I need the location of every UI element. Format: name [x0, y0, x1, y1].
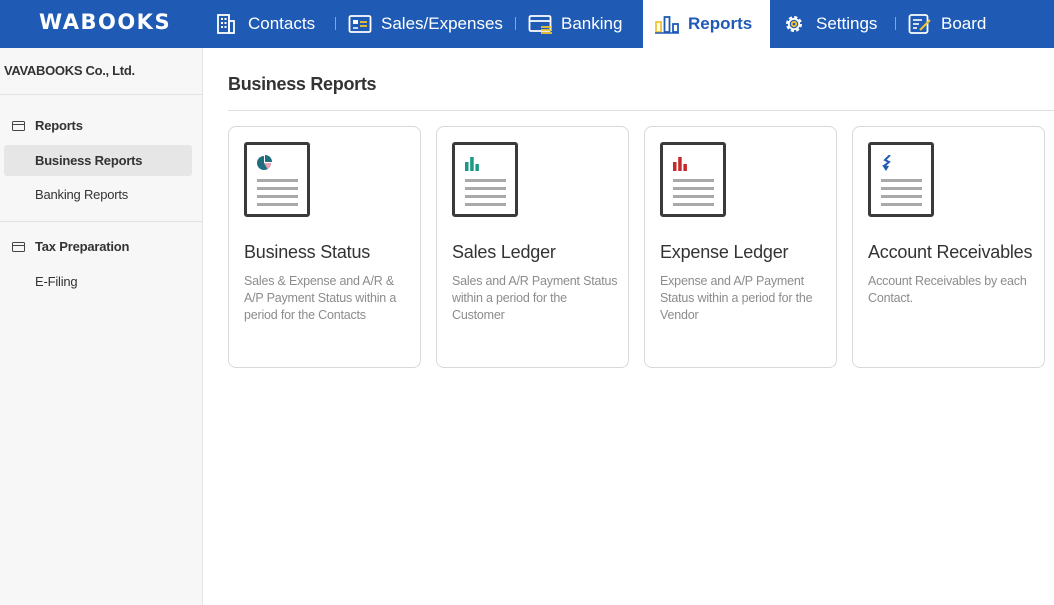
card-icon — [12, 241, 25, 252]
nav-label: Settings — [816, 14, 878, 33]
invoice-icon — [348, 13, 372, 35]
nav-label: Board — [941, 14, 987, 33]
sidebar: VAVABOOKS Co., Ltd. Reports Business Rep… — [0, 48, 203, 605]
gear-icon — [783, 13, 805, 35]
nav-separator — [895, 17, 896, 30]
nav-board[interactable]: Board — [908, 0, 986, 48]
nav-reports[interactable]: Reports — [643, 0, 770, 48]
nav-separator — [335, 17, 336, 30]
report-card-expense-ledger[interactable]: Expense Ledger Expense and A/P Payment S… — [644, 126, 837, 368]
arrow-down-icon — [882, 155, 891, 171]
top-navigation-bar: WABOOKS Contacts Sales/Expenses Banking … — [0, 0, 1054, 48]
bar-chart-icon — [655, 13, 679, 35]
card-description: Sales & Expense and A/R & A/P Payment St… — [244, 274, 397, 322]
sidebar-section-label: Tax Preparation — [35, 239, 130, 254]
sidebar-section-label: Reports — [35, 118, 83, 133]
nav-label: Contacts — [248, 14, 316, 33]
nav-contacts[interactable]: Contacts — [215, 0, 315, 48]
report-card-business-status[interactable]: Business Status Sales & Expense and A/R … — [228, 126, 421, 368]
nav-label: Banking — [561, 14, 623, 33]
report-card-sales-ledger[interactable]: Sales Ledger Sales and A/R Payment Statu… — [436, 126, 629, 368]
nav-banking[interactable]: Banking — [528, 0, 622, 48]
sidebar-item-business-reports[interactable]: Business Reports — [4, 145, 192, 176]
card-title: Sales Ledger — [452, 242, 556, 262]
card-description: Account Receivables by each Contact. — [868, 274, 1027, 305]
title-divider — [228, 110, 1054, 111]
pie-chart-icon — [257, 155, 272, 170]
report-document-icon — [868, 142, 934, 217]
wabooks-logo[interactable]: WABOOKS — [39, 10, 171, 34]
sidebar-item-e-filing[interactable]: E-Filing — [4, 266, 192, 297]
nav-separator — [515, 17, 516, 30]
building-icon — [215, 13, 237, 35]
report-document-icon — [660, 142, 726, 217]
nav-sales-expenses[interactable]: Sales/Expenses — [348, 0, 503, 48]
sidebar-item-banking-reports[interactable]: Banking Reports — [4, 179, 192, 210]
card-icon — [528, 13, 552, 35]
nav-label: Sales/Expenses — [381, 14, 503, 33]
sidebar-section-tax-preparation[interactable]: Tax Preparation — [12, 239, 129, 254]
card-description: Sales and A/R Payment Status within a pe… — [452, 274, 618, 322]
bar-chart-icon — [465, 157, 479, 171]
page-title: Business Reports — [228, 74, 377, 94]
card-title: Account Receivables — [868, 242, 1033, 262]
card-icon — [12, 120, 25, 131]
sidebar-divider — [0, 94, 202, 95]
nav-label: Reports — [688, 14, 753, 33]
report-card-account-receivables[interactable]: Account Receivables Account Receivables … — [852, 126, 1045, 368]
nav-settings[interactable]: Settings — [783, 0, 877, 48]
bar-chart-icon — [673, 157, 687, 171]
card-title: Expense Ledger — [660, 242, 789, 262]
company-name: VAVABOOKS Co., Ltd. — [4, 63, 135, 78]
report-document-icon — [244, 142, 310, 217]
card-title: Business Status — [244, 242, 371, 262]
card-description: Expense and A/P Payment Status within a … — [660, 274, 813, 322]
sidebar-divider — [0, 221, 202, 222]
sidebar-section-reports[interactable]: Reports — [12, 118, 83, 133]
notepad-icon — [908, 13, 931, 35]
report-document-icon — [452, 142, 518, 217]
